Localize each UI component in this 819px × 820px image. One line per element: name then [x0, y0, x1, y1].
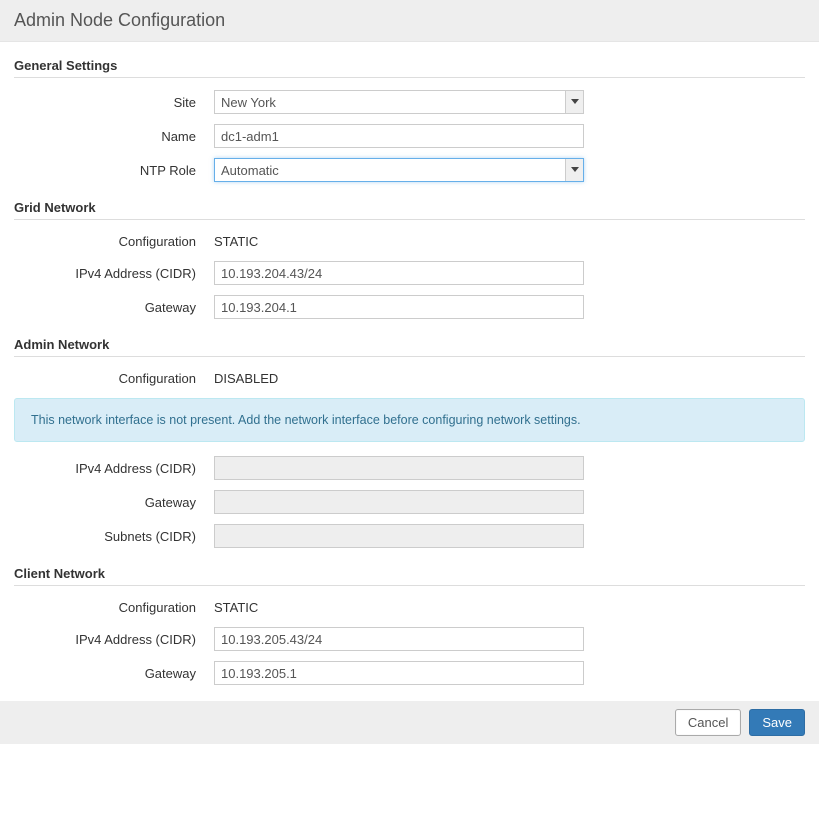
section-grid-title: Grid Network	[14, 200, 805, 220]
label-client-gateway: Gateway	[14, 666, 214, 681]
row-ntp: NTP Role Automatic	[14, 158, 805, 182]
chevron-down-icon	[565, 91, 583, 113]
label-admin-config: Configuration	[14, 371, 214, 386]
row-admin-config: Configuration DISABLED	[14, 369, 805, 388]
name-input[interactable]	[214, 124, 584, 148]
admin-config-value: DISABLED	[214, 369, 584, 388]
row-client-gateway: Gateway	[14, 661, 805, 685]
label-admin-subnets: Subnets (CIDR)	[14, 529, 214, 544]
label-ntp: NTP Role	[14, 163, 214, 178]
site-select[interactable]: New York	[214, 90, 584, 114]
admin-subnets-input	[214, 524, 584, 548]
page-header: Admin Node Configuration	[0, 0, 819, 42]
ntp-select-value: Automatic	[215, 159, 565, 181]
row-admin-ipv4: IPv4 Address (CIDR)	[14, 456, 805, 480]
row-client-ipv4: IPv4 Address (CIDR)	[14, 627, 805, 651]
section-client-title: Client Network	[14, 566, 805, 586]
cancel-button[interactable]: Cancel	[675, 709, 741, 736]
row-admin-gateway: Gateway	[14, 490, 805, 514]
label-grid-config: Configuration	[14, 234, 214, 249]
row-site: Site New York	[14, 90, 805, 114]
label-grid-ipv4: IPv4 Address (CIDR)	[14, 266, 214, 281]
grid-ipv4-input[interactable]	[214, 261, 584, 285]
row-grid-ipv4: IPv4 Address (CIDR)	[14, 261, 805, 285]
page-title: Admin Node Configuration	[14, 10, 805, 31]
row-client-config: Configuration STATIC	[14, 598, 805, 617]
client-config-value: STATIC	[214, 598, 584, 617]
footer-bar: Cancel Save	[0, 701, 819, 744]
label-site: Site	[14, 95, 214, 110]
label-client-config: Configuration	[14, 600, 214, 615]
admin-ipv4-input	[214, 456, 584, 480]
client-gateway-input[interactable]	[214, 661, 584, 685]
site-select-value: New York	[215, 91, 565, 113]
ntp-select[interactable]: Automatic	[214, 158, 584, 182]
section-admin-title: Admin Network	[14, 337, 805, 357]
label-client-ipv4: IPv4 Address (CIDR)	[14, 632, 214, 647]
admin-gateway-input	[214, 490, 584, 514]
row-grid-config: Configuration STATIC	[14, 232, 805, 251]
section-general-title: General Settings	[14, 58, 805, 78]
form-content: General Settings Site New York Name NTP …	[0, 42, 819, 685]
label-admin-gateway: Gateway	[14, 495, 214, 510]
grid-gateway-input[interactable]	[214, 295, 584, 319]
admin-network-alert: This network interface is not present. A…	[14, 398, 805, 442]
client-ipv4-input[interactable]	[214, 627, 584, 651]
grid-config-value: STATIC	[214, 232, 584, 251]
label-grid-gateway: Gateway	[14, 300, 214, 315]
label-name: Name	[14, 129, 214, 144]
row-admin-subnets: Subnets (CIDR)	[14, 524, 805, 548]
label-admin-ipv4: IPv4 Address (CIDR)	[14, 461, 214, 476]
row-grid-gateway: Gateway	[14, 295, 805, 319]
row-name: Name	[14, 124, 805, 148]
save-button[interactable]: Save	[749, 709, 805, 736]
chevron-down-icon	[565, 159, 583, 181]
